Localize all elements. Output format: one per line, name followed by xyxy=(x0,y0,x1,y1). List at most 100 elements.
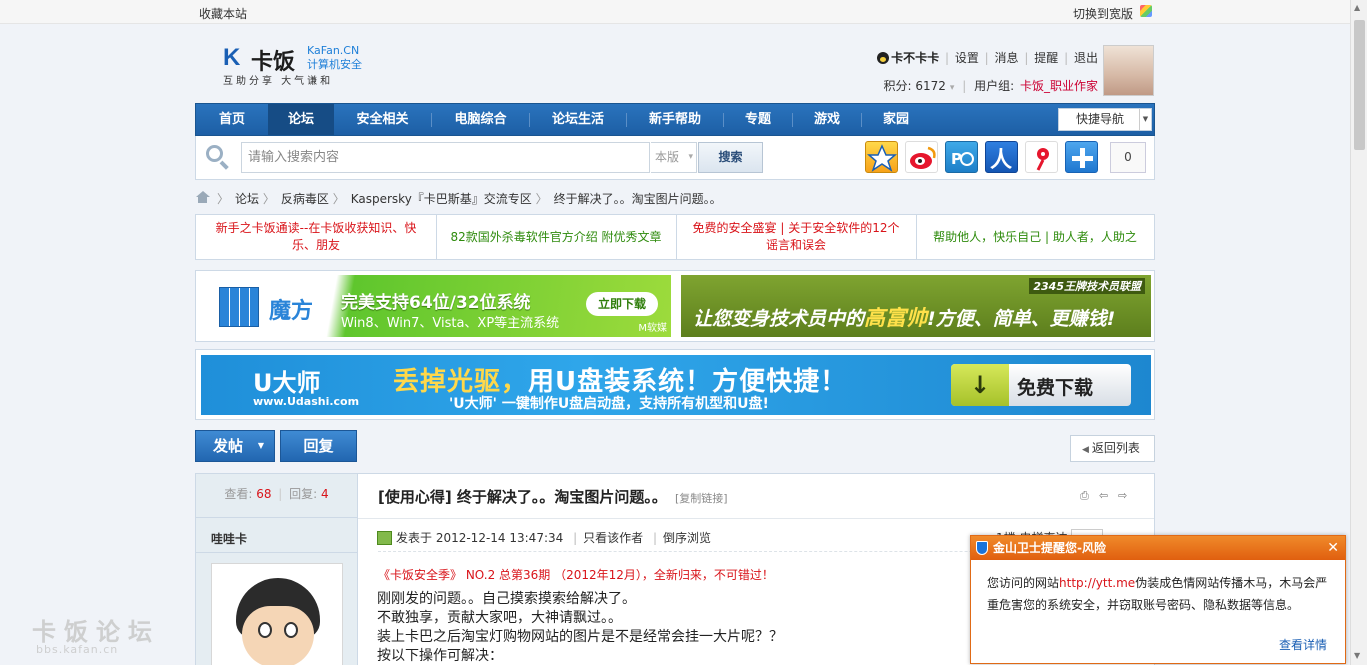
ad-udashi-banner[interactable]: U大师 www.Udashi.com 丢掉光驱，用U盘装系统！方便快捷！ 'U大… xyxy=(195,349,1155,420)
nav-item-security[interactable]: 安全相关 xyxy=(334,104,431,135)
search-icon xyxy=(206,145,229,170)
user-group-label: 用户组: xyxy=(974,79,1018,93)
share-more-icon[interactable] xyxy=(1065,141,1098,173)
username-link[interactable]: 卡不卡卡 xyxy=(891,51,939,65)
user-avatar[interactable] xyxy=(1103,45,1154,96)
logo-subtitle: 计算机安全 xyxy=(307,58,362,71)
forum-watermark: 卡饭论坛 xyxy=(32,618,160,646)
mofang-cube-icon xyxy=(219,287,259,327)
ad-mofang[interactable]: 魔方 完美支持64位/32位系统 Win8、Win7、Vista、XP等主流系统… xyxy=(201,275,671,337)
popup-risk-url[interactable]: http://ytt.me xyxy=(1059,576,1135,590)
nav-item-life[interactable]: 论坛生活 xyxy=(530,104,626,135)
breadcrumb-forum[interactable]: 论坛 xyxy=(235,192,259,206)
nav-item-help[interactable]: 新手帮助 xyxy=(627,104,723,135)
share-renren-icon[interactable]: 人 xyxy=(985,141,1018,173)
breadcrumb-kaspersky[interactable]: Kaspersky『卡巴斯基』交流专区 xyxy=(351,192,532,206)
logo-motto: 互助分享 大气谦和 xyxy=(223,76,334,87)
promo-link[interactable]: 《卡饭安全季》 NO.2 总第36期 （2012年12月），全新归来，不可错过！ xyxy=(378,566,774,583)
reverse-order-link[interactable]: 倒序浏览 xyxy=(663,531,711,545)
popup-header: 金山卫士提醒您-风险 ✕ xyxy=(971,536,1345,560)
notice-link-newbie[interactable]: 新手之卡饭通读--在卡饭收获知识、快乐、朋友 xyxy=(196,215,436,259)
forum-watermark-url: bbs.kafan.cn xyxy=(36,643,119,656)
shield-icon xyxy=(976,541,988,555)
only-author-link[interactable]: 只看该作者 xyxy=(583,531,643,545)
top-bar: 收藏本站 切换到宽版 xyxy=(0,0,1350,24)
download-arrow-icon: ↓ xyxy=(951,364,1009,406)
nav-item-home[interactable]: 首页 xyxy=(196,104,268,135)
notice-link-security-myths[interactable]: 免费的安全盛宴 | 关于安全软件的12个谣言和误会 xyxy=(676,215,916,259)
print-icon[interactable]: ⎙ xyxy=(1080,490,1093,502)
copy-link-button[interactable]: [复制链接] xyxy=(675,492,728,505)
quick-nav-dropdown[interactable]: 快捷导航 ▼ xyxy=(1058,108,1152,131)
security-alert-popup: 金山卫士提醒您-风险 ✕ 您访问的网站http://ytt.me伪装成色情网站传… xyxy=(970,535,1346,664)
chevron-down-icon: ▼ xyxy=(1139,109,1151,130)
chevron-left-icon: ◀ xyxy=(1082,445,1089,455)
post-body: 刚刚发的问题。。自己摸索摸索给解决了。 不敢独享，贡献大家吧，大神请飘过。。 装… xyxy=(377,591,783,664)
view-count: 68 xyxy=(256,487,272,501)
next-thread-icon[interactable]: ⇨ xyxy=(1118,490,1131,502)
popup-details-link[interactable]: 查看详情 xyxy=(1279,636,1327,653)
nav-item-games[interactable]: 游戏 xyxy=(793,104,861,135)
ad-mofang-download-button[interactable]: 立即下载 xyxy=(586,292,658,316)
scroll-down-icon[interactable]: ▼ xyxy=(1354,651,1364,661)
nav-item-topics[interactable]: 专题 xyxy=(724,104,792,135)
logout-link[interactable]: 退出 xyxy=(1074,51,1098,65)
notifications-link[interactable]: 提醒 xyxy=(1034,51,1058,65)
share-weibo-icon[interactable] xyxy=(905,141,938,173)
nav-item-home-space[interactable]: 家园 xyxy=(862,104,930,135)
chevron-down-icon: ▼ xyxy=(257,441,264,450)
scroll-up-icon[interactable]: ▲ xyxy=(1354,3,1364,13)
user-bar: 卡不卡卡 | 设置 | 消息 | 提醒 | 退出 积分: 6172 ▾ | 用户组… xyxy=(873,49,1098,94)
notice-links: 新手之卡饭通读--在卡饭收获知识、快乐、朋友 82款国外杀毒软件官方介绍 附优秀… xyxy=(195,214,1155,260)
site-header: K 卡饭 KaFan.CN 计算机安全 互助分享 大气谦和 卡不卡卡 | 设置 … xyxy=(195,24,1155,102)
online-status-icon xyxy=(377,531,392,545)
back-to-list-button[interactable]: ◀ 返回列表 xyxy=(1070,435,1155,462)
share-favorite-icon[interactable] xyxy=(865,141,898,173)
search-input[interactable]: 请输入搜索内容 xyxy=(241,142,650,173)
close-icon[interactable]: ✕ xyxy=(1327,536,1339,560)
switch-wide-link[interactable]: 切换到宽版 xyxy=(1073,5,1133,22)
site-logo[interactable]: K 卡饭 KaFan.CN 计算机安全 互助分享 大气谦和 xyxy=(223,44,393,88)
notice-link-antivirus-list[interactable]: 82款国外杀毒软件官方介绍 附优秀文章 xyxy=(436,215,676,259)
main-nav: 首页 论坛 安全相关 电脑综合 论坛生活 新手帮助 专题 游戏 家园 快捷导航 … xyxy=(195,103,1155,136)
nav-item-computer[interactable]: 电脑综合 xyxy=(432,104,529,135)
scroll-thumb[interactable] xyxy=(1354,20,1365,150)
logo-k-icon: K xyxy=(223,44,241,71)
ad-udashi-download-button[interactable]: ↓ 免费下载 xyxy=(951,364,1131,406)
notice-link-help-others[interactable]: 帮助他人，快乐自己 | 助人者，人助之 xyxy=(916,215,1154,259)
breadcrumb: 〉论坛 〉反病毒区 〉 Kaspersky『卡巴斯基』交流专区 〉终于解决了。。淘… xyxy=(195,189,1155,207)
nav-item-forum[interactable]: 论坛 xyxy=(268,104,334,135)
post-meta: 发表于 2012-12-14 13:47:34 | 只看该作者 | 倒序浏览 xyxy=(377,529,711,546)
points-link[interactable]: 积分: 6172 ▾ xyxy=(881,79,956,93)
new-post-button[interactable]: 发帖 ▼ xyxy=(195,430,275,462)
post-author-link[interactable]: 哇哇卡 xyxy=(211,530,247,547)
ad-2345-alliance[interactable]: 2345王牌技术员联盟 让您变身技术员中的高富帅!方便、简单、更赚钱! xyxy=(681,275,1151,337)
share-tweibo-icon[interactable] xyxy=(1025,141,1058,173)
thread-title: [使用心得] 终于解决了。。淘宝图片问题。。 [复制链接] xyxy=(378,488,728,506)
svg-text:人: 人 xyxy=(990,148,1012,173)
user-group-link[interactable]: 卡饭_职业作家 xyxy=(1020,79,1098,93)
search-scope-select[interactable]: 本版 xyxy=(651,142,697,173)
favorite-link[interactable]: 收藏本站 xyxy=(199,5,247,22)
home-icon[interactable] xyxy=(195,191,210,203)
page-scrollbar[interactable]: ▲ ▼ xyxy=(1350,0,1367,665)
thread-stats: 查看: 68 | 回复: 4 xyxy=(196,474,357,518)
breadcrumb-current: 终于解决了。。淘宝图片问题。。 xyxy=(553,192,722,206)
breadcrumb-antivirus[interactable]: 反病毒区 xyxy=(281,192,329,206)
reply-count: 4 xyxy=(321,487,329,501)
prev-thread-icon[interactable]: ⇦ xyxy=(1099,490,1112,502)
search-bar: 请输入搜索内容 本版 搜索 P 人 0 xyxy=(195,136,1155,180)
messages-link[interactable]: 消息 xyxy=(995,51,1019,65)
popup-message: 您访问的网站http://ytt.me伪装成色情网站传播木马，木马会严重危害您的… xyxy=(987,576,1328,612)
post-sidebar: 查看: 68 | 回复: 4 哇哇卡 xyxy=(196,474,358,665)
share-count: 0 xyxy=(1110,142,1146,173)
author-avatar[interactable] xyxy=(211,563,343,665)
chevron-down-icon: ▾ xyxy=(949,83,955,93)
share-qzone-icon[interactable]: P xyxy=(945,141,978,173)
post-time: 发表于 2012-12-14 13:47:34 xyxy=(396,531,564,545)
switch-wide-icon[interactable] xyxy=(1140,5,1152,17)
thread-tools: ⎙ ⇦ ⇨ xyxy=(1080,488,1140,502)
settings-link[interactable]: 设置 xyxy=(955,51,979,65)
reply-button[interactable]: 回复 xyxy=(280,430,357,462)
search-button[interactable]: 搜索 xyxy=(698,142,763,173)
